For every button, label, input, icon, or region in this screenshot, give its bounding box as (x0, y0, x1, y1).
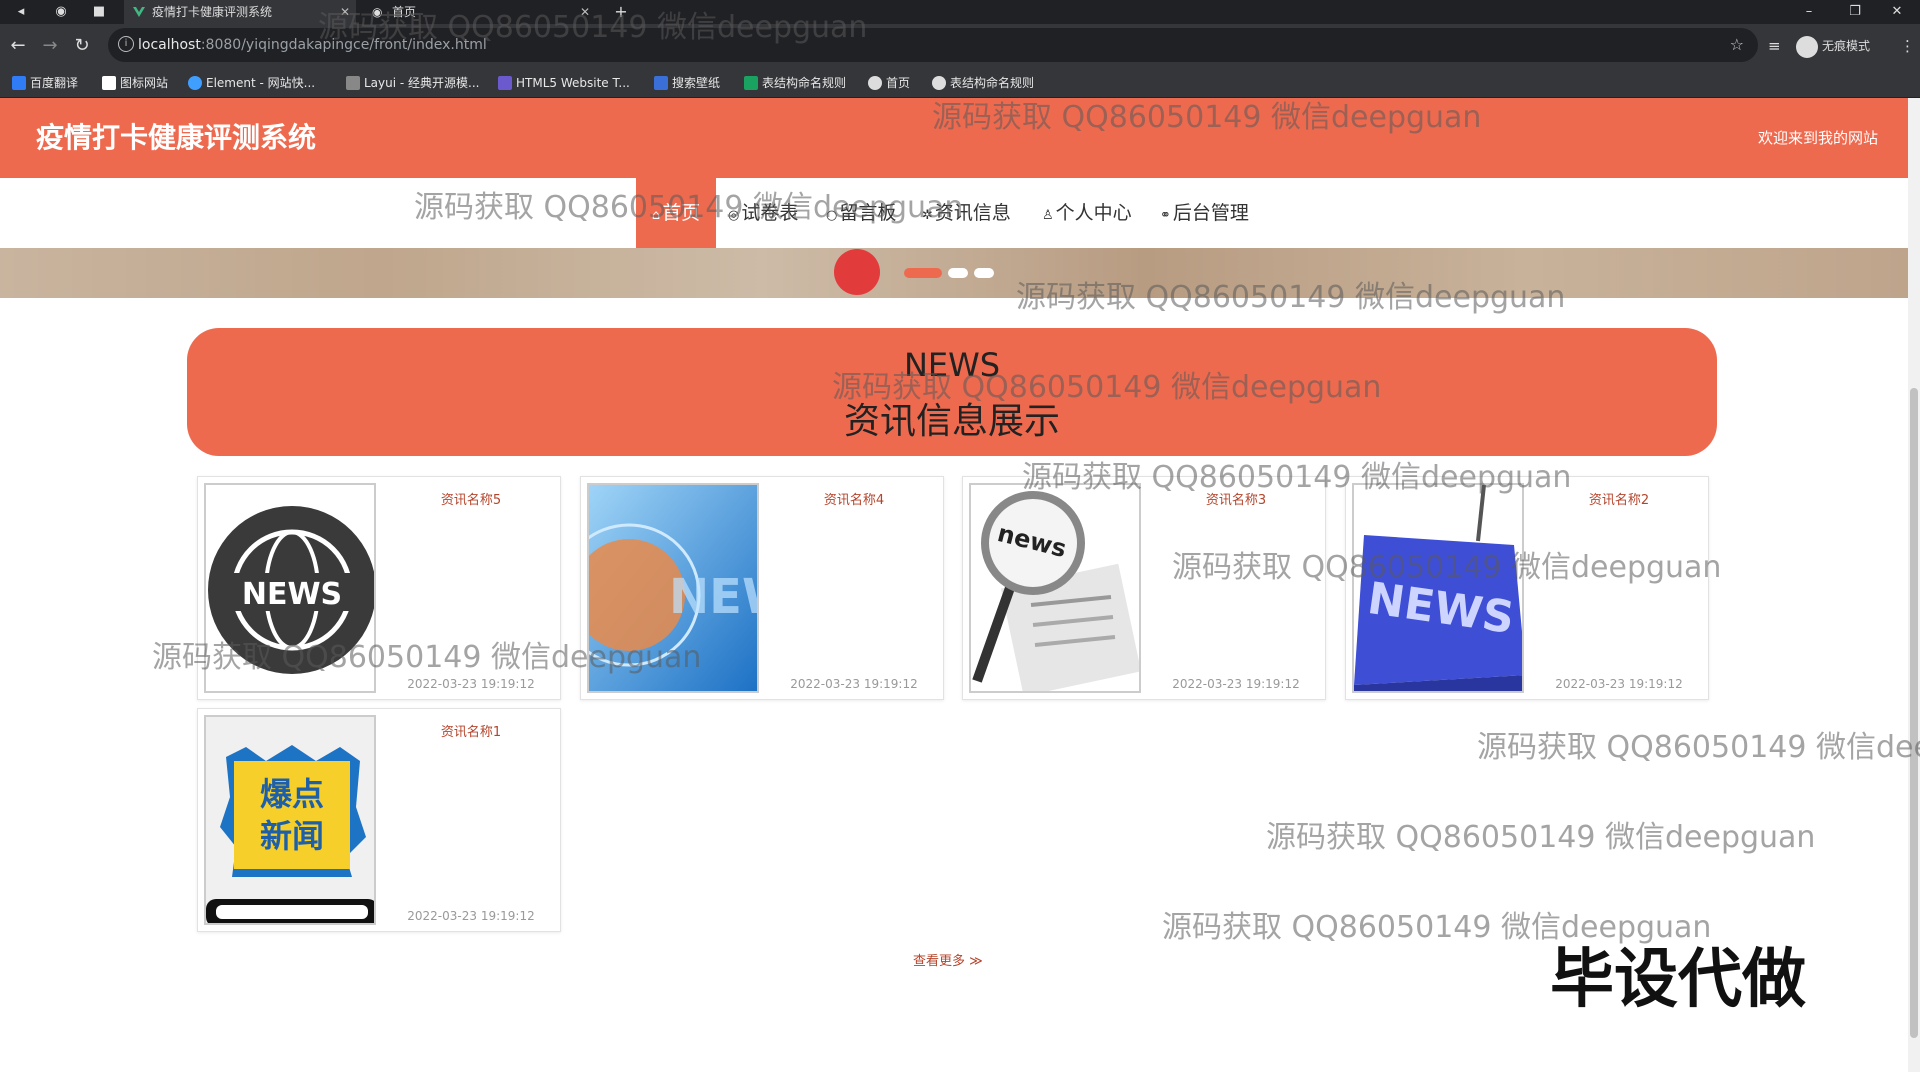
menu-icon[interactable]: ⋮ (1900, 34, 1915, 58)
bookmark-item[interactable]: 图标网站 (100, 68, 168, 98)
minimize-icon[interactable]: – (1786, 0, 1832, 24)
bookmark-item[interactable]: 首页 (866, 68, 910, 98)
watermark-text: 源码获取 QQ86050149 微信deepguan (932, 100, 1482, 135)
vue-icon (133, 7, 145, 17)
browser-tab-strip: ◂ ◉ ■ 疫情打卡健康评测系统 ✕ ◉ 首页 ✕ + – ❐ ✕ (0, 0, 1920, 24)
news-card-time: 2022-03-23 19:19:12 (1172, 677, 1300, 691)
reading-list-icon[interactable]: ≡ (1768, 34, 1781, 58)
news-card-time: 2022-03-23 19:19:12 (407, 909, 535, 923)
watermark-text: 源码获取 QQ86050149 微信deepguan (1022, 460, 1572, 495)
bookmark-item[interactable]: Element - 网站快... (186, 68, 315, 98)
watermark-text: 源码获取 QQ86050149 微信deepguan (1266, 820, 1816, 855)
nav-item-admin[interactable]: ⚭ 后台管理 (1160, 178, 1249, 248)
address-bar-row: ← → ↻ i localhost:8080/yiqingdakapingce/… (0, 24, 1920, 68)
news-card-title[interactable]: 资讯名称1 (388, 721, 554, 740)
nav-item-profile[interactable]: ♙ 个人中心 (1042, 178, 1132, 248)
watermark-text: 源码获取 QQ86050149 微信deepguan (152, 640, 702, 675)
bookmark-star-icon[interactable]: ☆ (1730, 35, 1744, 54)
carousel-dot-active[interactable] (904, 268, 942, 278)
incognito-avatar-icon[interactable] (1796, 36, 1818, 58)
news-thumbnail[interactable]: news (969, 483, 1141, 693)
tab-title: 疫情打卡健康评测系统 (152, 5, 273, 19)
svg-text:NEWS: NEWS (242, 577, 342, 612)
watermark-text: 源码获取 QQ86050149 微信deepguan (1016, 280, 1566, 315)
news-card-time: 2022-03-23 19:19:12 (407, 677, 535, 691)
url-host: localhost (138, 37, 201, 53)
news-card[interactable]: NEWS 资讯名称2 2022-03-23 19:19:12 (1345, 476, 1709, 700)
page-scrollbar[interactable] (1908, 98, 1920, 1072)
bookmark-item[interactable]: 百度翻译 (10, 68, 78, 98)
forward-icon[interactable]: → (40, 36, 60, 56)
carousel-dot[interactable] (948, 268, 968, 278)
view-more-link[interactable]: 查看更多 ≫ (913, 950, 983, 969)
info-icon[interactable]: i (118, 36, 134, 52)
profile-label[interactable]: 无痕模式 (1822, 34, 1870, 58)
watermark-big-text: 毕设代做 (1550, 943, 1806, 1017)
welcome-text: 欢迎来到我的网站 (1757, 129, 1878, 147)
svg-text:NEW: NEW (669, 569, 759, 625)
window-close-icon[interactable]: ✕ (1874, 0, 1920, 24)
watermark-text: 源码获取 QQ86050149 微信deepguan (832, 370, 1382, 405)
news-card-time: 2022-03-23 19:19:12 (1555, 677, 1683, 691)
bookmark-item[interactable]: 搜索壁纸 (652, 68, 720, 98)
watermark-text: 源码获取 QQ86050149 微信deepguan (414, 190, 964, 225)
news-card-time: 2022-03-23 19:19:12 (790, 677, 918, 691)
restore-icon[interactable]: ❐ (1832, 0, 1878, 24)
watermark-text: 源码获取 QQ86050149 微信dee (1477, 730, 1920, 765)
watermark-text: 源码获取 QQ86050149 微信deepguan (318, 10, 868, 45)
watermark-text: 源码获取 QQ86050149 微信deepguan (1172, 550, 1722, 585)
news-thumbnail[interactable]: NEWS (1352, 483, 1524, 693)
news-key-image: NEWS (1354, 485, 1522, 691)
svg-text:新闻: 新闻 (260, 817, 324, 855)
bookmark-item[interactable]: 表结构命名规则 (742, 68, 846, 98)
carousel-dot[interactable] (974, 268, 994, 278)
news-card[interactable]: 爆点 新闻 资讯名称1 2022-03-23 19:19:12 (197, 708, 561, 932)
bookmark-item[interactable]: HTML5 Website T... (496, 68, 630, 98)
news-card-title[interactable]: 资讯名称5 (388, 489, 554, 508)
news-thumbnail[interactable]: 爆点 新闻 (204, 715, 376, 925)
reload-icon[interactable]: ↻ (72, 36, 92, 56)
tab-search-icon[interactable]: ◂ (12, 3, 30, 21)
link-icon: ⚭ (1160, 208, 1171, 223)
svg-text:爆点: 爆点 (260, 775, 324, 813)
news-card-title[interactable]: 资讯名称4 (771, 489, 937, 508)
back-icon[interactable]: ← (8, 36, 28, 56)
bookmark-item[interactable]: Layui - 经典开源模... (344, 68, 479, 98)
click-indicator (834, 249, 880, 295)
window-icon[interactable]: ■ (90, 3, 108, 21)
news-card[interactable]: news 资讯名称3 2022-03-23 19:19:12 (962, 476, 1326, 700)
news-phone-image: 爆点 新闻 (206, 717, 374, 923)
site-title: 疫情打卡健康评测系统 (36, 121, 317, 154)
scrollbar-thumb[interactable] (1910, 388, 1918, 1038)
browser-extension-icon[interactable]: ◉ (52, 3, 70, 21)
news-magnifier-image: news (971, 485, 1139, 691)
user-icon: ♙ (1042, 208, 1054, 223)
